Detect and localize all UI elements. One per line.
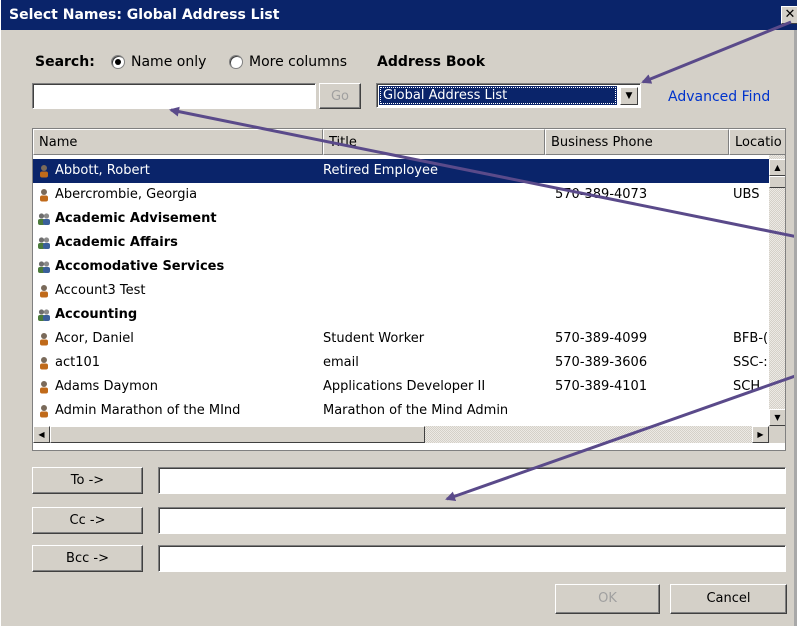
arrow-to-address-book: [641, 20, 792, 84]
cell-name: Acor, Daniel: [55, 331, 134, 346]
vertical-scroll-thumb[interactable]: [769, 176, 785, 188]
cell-business-phone: 570-389-4099: [555, 331, 648, 346]
cancel-button[interactable]: Cancel: [670, 584, 787, 614]
ok-button[interactable]: OK: [555, 584, 660, 614]
cell-title: [323, 303, 545, 327]
cell-name: act101: [55, 355, 101, 370]
table-row[interactable]: Abbott, Robert Retired Employee: [33, 159, 769, 183]
search-input[interactable]: [32, 83, 316, 109]
cell-title: [323, 231, 545, 255]
table-row[interactable]: Adams Daymon Applications Developer II 570…: [33, 375, 769, 399]
cell-name: Academic Advisement: [55, 211, 217, 226]
bcc-button[interactable]: Bcc ->: [32, 545, 143, 572]
name-only-radio[interactable]: [111, 55, 125, 69]
cc-button[interactable]: Cc ->: [32, 507, 143, 534]
cell-business-phone: [555, 399, 731, 423]
cell-location: [733, 159, 769, 183]
cell-name: Accomodative Services: [55, 259, 225, 274]
cell-title: [323, 279, 545, 303]
cell-title: [323, 207, 545, 231]
cell-title: Student Worker: [323, 331, 425, 346]
scrollbar-corner: [769, 426, 785, 443]
bcc-field[interactable]: [158, 545, 786, 572]
vertical-scrollbar[interactable]: ▲ ▼: [769, 155, 785, 426]
cell-title: email: [323, 355, 359, 370]
scroll-up-icon[interactable]: ▲: [769, 159, 785, 176]
cell-location: [733, 231, 769, 255]
cell-business-phone: [555, 159, 731, 183]
table-row[interactable]: Accounting: [33, 303, 769, 327]
cell-title: [323, 255, 545, 279]
cell-business-phone: [555, 279, 731, 303]
horizontal-scroll-thumb[interactable]: [50, 426, 425, 443]
table-row[interactable]: Account3 Test: [33, 279, 769, 303]
cell-business-phone: 570-389-3606: [555, 355, 648, 370]
cell-business-phone: 570-389-4101: [555, 379, 648, 394]
cell-title: [323, 183, 545, 207]
cc-field[interactable]: [158, 507, 786, 534]
cell-title: Retired Employee: [323, 163, 438, 178]
column-header-location[interactable]: Locatio: [729, 129, 785, 155]
cell-business-phone: [555, 303, 731, 327]
table-row[interactable]: Admin Marathon of the MInd Marathon of th…: [33, 399, 769, 423]
title-bar: Select Names: Global Address List: [1, 0, 797, 30]
cell-name: Account3 Test: [55, 283, 146, 298]
cell-title: Applications Developer II: [323, 379, 486, 394]
cell-location: SSC-:: [733, 355, 768, 370]
column-header-title[interactable]: Title: [323, 129, 545, 155]
table-row[interactable]: Academic Affairs: [33, 231, 769, 255]
name-only-label[interactable]: Name only: [131, 54, 206, 70]
column-header-business-phone[interactable]: Business Phone: [545, 129, 729, 155]
go-button[interactable]: Go: [319, 83, 361, 109]
cell-name: Abercrombie, Georgia: [55, 187, 198, 202]
cell-location: [733, 255, 769, 279]
to-field[interactable]: [158, 467, 786, 494]
cell-title: Marathon of the Mind Admin: [323, 403, 509, 418]
scroll-left-icon[interactable]: ◀: [33, 426, 50, 443]
names-list[interactable]: Name Title Business Phone Locatio Abbott…: [32, 128, 786, 451]
cell-location: [733, 279, 769, 303]
cell-location: UBS: [733, 187, 760, 202]
cell-business-phone: [555, 231, 731, 255]
chevron-down-icon[interactable]: ▼: [620, 87, 638, 105]
cell-location: BFB-(: [733, 331, 769, 346]
cell-name: Accounting: [55, 307, 138, 322]
address-book-selected: Global Address List: [379, 86, 617, 105]
more-columns-label[interactable]: More columns: [249, 54, 347, 70]
cell-business-phone: [555, 207, 731, 231]
cell-business-phone: 570-389-4073: [555, 187, 648, 202]
more-columns-radio[interactable]: [229, 55, 243, 69]
select-names-dialog: Select Names: Global Address List ✕ Sear…: [0, 0, 797, 626]
cell-name: Adams Daymon: [55, 379, 158, 394]
column-header-name[interactable]: Name: [33, 129, 323, 155]
window-title: Select Names: Global Address List: [9, 7, 280, 23]
cell-location: SCH: [733, 379, 761, 394]
cell-location: [733, 207, 769, 231]
table-row[interactable]: Accomodative Services: [33, 255, 769, 279]
cell-business-phone: [555, 255, 731, 279]
cell-name: Admin Marathon of the MInd: [55, 403, 241, 418]
table-row[interactable]: act101 email 570-389-3606 SSC-:: [33, 351, 769, 375]
horizontal-scrollbar[interactable]: ◀ ▶: [33, 426, 769, 443]
close-icon[interactable]: ✕: [781, 6, 797, 24]
cell-location: [733, 303, 769, 327]
address-book-label: Address Book: [377, 54, 486, 70]
table-row[interactable]: Academic Advisement: [33, 207, 769, 231]
to-button[interactable]: To ->: [32, 467, 143, 494]
advanced-find-link[interactable]: Advanced Find: [668, 89, 770, 105]
cell-location: [733, 399, 769, 423]
table-row[interactable]: Acor, Daniel Student Worker 570-389-4099 BF…: [33, 327, 769, 351]
cell-name: Academic Affairs: [55, 235, 178, 250]
list-header: Name Title Business Phone Locatio: [33, 129, 785, 155]
address-book-dropdown[interactable]: Global Address List ▼: [376, 83, 641, 108]
table-row[interactable]: Abercrombie, Georgia 570-389-4073 UBS: [33, 183, 769, 207]
cell-name: Abbott, Robert: [55, 163, 150, 178]
scroll-down-icon[interactable]: ▼: [769, 409, 785, 426]
search-label: Search:: [35, 54, 95, 70]
scroll-right-icon[interactable]: ▶: [752, 426, 769, 443]
